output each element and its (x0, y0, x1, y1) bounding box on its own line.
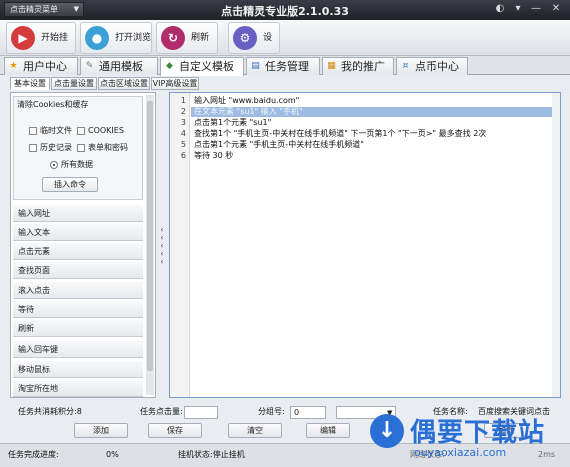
leaf-icon: ◆ (166, 61, 173, 71)
subtab-basic-settings[interactable]: 基本设置 (10, 77, 50, 90)
group-label: 分组号: (258, 407, 285, 416)
insert-command-button[interactable]: 插入命令 (42, 177, 98, 192)
tab-general-template[interactable]: ✎ 通用模板 (80, 57, 158, 75)
command-item[interactable]: 输入文本 (13, 224, 143, 241)
app-window: 点击精灵菜单 ▼ 点击精灵专业版2.1.0.33 ◐ ▾ — ✕ ▶ 开始挂机 … (0, 0, 570, 467)
all-data-radio[interactable] (50, 161, 58, 169)
temp-files-label: 临时文件 (40, 126, 72, 135)
cookies-label: COOKIES (88, 126, 124, 135)
clear-cache-header: 清除Cookies和缓存 (17, 100, 89, 109)
code-line[interactable]: 点击第1个元素 "su1" (194, 118, 271, 128)
line-number: 5 (180, 140, 186, 149)
line-number: 3 (180, 118, 186, 127)
tab-task-management[interactable]: ▤ 任务管理 (246, 57, 320, 75)
line-number: 6 (180, 151, 186, 160)
browser-icon: ● (85, 26, 109, 50)
tab-label: 任务管理 (265, 60, 309, 73)
code-line[interactable]: 输入网址 "www.baidu.com" (194, 96, 299, 106)
click-volume-label: 任务点击量: (140, 407, 183, 416)
total-points-label: 任务共消耗积分:8 (18, 407, 82, 416)
start-hangup-button[interactable]: ▶ 开始挂机 (6, 22, 76, 73)
temp-files-checkbox[interactable] (29, 127, 37, 135)
command-item[interactable]: 输入网址 (13, 205, 143, 222)
code-line[interactable]: 在文本元素 "su1" 输入 "手机" (194, 107, 303, 117)
tab-label: 自定义模板 (179, 60, 234, 73)
refresh-icon: ↻ (161, 26, 185, 50)
form-password-checkbox[interactable] (77, 144, 85, 152)
cookies-checkbox[interactable] (77, 127, 85, 135)
tab-user-center[interactable]: ★ 用户中心 (4, 57, 78, 75)
save-button[interactable]: 保存 (148, 423, 202, 438)
tab-custom-template[interactable]: ◆ 自定义模板 (160, 57, 244, 76)
history-label: 历史记录 (40, 143, 72, 152)
click-volume-input[interactable] (184, 406, 218, 419)
coin-icon: ¤ (402, 61, 409, 71)
document-icon: ▤ (251, 61, 260, 71)
command-item[interactable]: 输入回车键 (13, 341, 143, 358)
form-password-label: 表单和密码 (88, 143, 128, 152)
tab-label: 我的推广 (341, 60, 385, 73)
collapse-left-icon[interactable]: ‹ (158, 258, 166, 266)
watermark: ↓ 偶要下载站 ouyaoxiazai.com (370, 408, 566, 464)
command-item[interactable]: 滚入点击 (13, 282, 143, 299)
app-menu-button[interactable]: 点击精灵菜单 ▼ (4, 2, 84, 17)
group-number-input[interactable]: 0 (290, 406, 326, 419)
window-title: 点击精灵专业版2.1.0.33 (221, 5, 349, 18)
tab-coin-center[interactable]: ¤ 点币中心 (396, 57, 468, 75)
command-item[interactable]: 移动鼠标 (13, 361, 143, 378)
command-item[interactable]: 淘宝所在地 (13, 380, 143, 397)
history-checkbox[interactable] (29, 144, 37, 152)
subtab-click-area[interactable]: 点击区域设置 (98, 77, 150, 90)
code-line[interactable]: 点击第1个元素 "手机主页-中关村在线手机频道" (194, 140, 364, 150)
line-number: 4 (180, 129, 186, 138)
line-number: 1 (180, 96, 186, 105)
subtab-vip-advanced[interactable]: VIP高级设置 (151, 77, 199, 90)
dropdown-icon[interactable]: ▾ (510, 2, 526, 17)
add-button[interactable]: 添加 (74, 423, 128, 438)
table-icon: ▦ (327, 61, 336, 71)
line-number: 2 (180, 107, 186, 116)
chevron-down-icon: ▼ (73, 5, 79, 13)
download-logo-icon: ↓ (370, 414, 404, 448)
code-line[interactable]: 等待 30 秒 (194, 151, 233, 161)
command-list-scrollbar[interactable] (146, 95, 154, 395)
tab-label: 通用模板 (99, 60, 143, 73)
start-icon: ▶ (11, 26, 35, 50)
watermark-text: 偶要下载站 (410, 418, 546, 448)
tab-label: 点币中心 (415, 60, 459, 73)
hangup-status: 挂机状态:停止挂机 (178, 450, 245, 459)
command-item[interactable]: 等待 (13, 301, 143, 318)
all-data-label: 所有数据 (61, 160, 93, 169)
command-item[interactable]: 刷新 (13, 320, 143, 337)
command-item[interactable]: 点击元素 (13, 243, 143, 260)
subtab-click-volume[interactable]: 点击量设置 (51, 77, 97, 90)
progress-label: 任务完成进度: (8, 450, 59, 459)
gear-icon: ⚙ (233, 26, 257, 50)
tab-my-promotion[interactable]: ▦ 我的推广 (322, 57, 394, 75)
settings-button[interactable]: ⚙ 设置 (228, 22, 280, 73)
command-item[interactable]: 查找页面 (13, 262, 143, 279)
progress-value: 0% (106, 450, 119, 459)
editor-scrollbar[interactable] (552, 93, 560, 397)
minimize-icon[interactable]: — (528, 2, 544, 17)
refresh-info-button[interactable]: ↻ 刷新信息 (156, 22, 218, 73)
close-icon[interactable]: ✕ (548, 2, 564, 17)
menu-button-label: 点击精灵菜单 (10, 5, 58, 14)
edit-button[interactable]: 编辑 (306, 423, 350, 438)
clear-button[interactable]: 清空 (228, 423, 282, 438)
tab-label: 用户中心 (23, 60, 67, 73)
skin-icon[interactable]: ◐ (492, 2, 508, 17)
star-icon: ★ (9, 61, 18, 71)
pencil-icon: ✎ (85, 61, 94, 71)
open-browser-button[interactable]: ● 打开浏览器 (80, 22, 152, 73)
code-line[interactable]: 查找第1个 "手机主页-中关村在线手机频道" 下一页第1个 "下一页>" 最多查… (194, 129, 486, 139)
watermark-url: ouyaoxiazai.com (414, 446, 507, 459)
